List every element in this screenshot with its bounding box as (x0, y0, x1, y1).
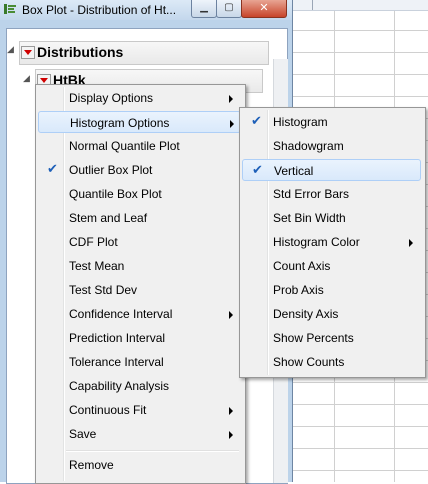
menu-item-label: Shadowgram (273, 139, 344, 153)
disclosure-triangle-icon[interactable]: ◢ (23, 73, 30, 84)
submenu-arrow-icon (409, 239, 413, 247)
histogram-options-submenu: ✔ Histogram Shadowgram ✔ Vertical Std Error B… (239, 107, 426, 378)
menu-item-label: Save (69, 427, 97, 441)
menu-item-label: Std Error Bars (273, 187, 350, 201)
window-title: Box Plot - Distribution of Ht... (22, 3, 177, 17)
menu-item-count-axis[interactable]: Count Axis (242, 255, 421, 277)
menu-item-histogram-options[interactable]: Histogram Options (38, 111, 241, 133)
menu-item-label: Vertical (274, 164, 314, 178)
menu-item-normal-quantile-plot[interactable]: Normal Quantile Plot (38, 135, 241, 157)
maximize-button[interactable]: ▢ (216, 0, 242, 18)
title-bar[interactable]: Box Plot - Distribution of Ht... ▁ ▢ ✕ (0, 0, 292, 20)
menu-item-label: Display Options (69, 91, 154, 105)
submenu-arrow-icon (230, 120, 234, 128)
menu-item-label: Continuous Fit (69, 403, 147, 417)
menu-item-continuous-fit[interactable]: Continuous Fit (38, 399, 241, 421)
menu-item-histogram[interactable]: ✔ Histogram (242, 111, 421, 133)
menu-item-label: Count Axis (273, 259, 331, 273)
menu-item-vertical[interactable]: ✔ Vertical (242, 159, 421, 181)
submenu-arrow-icon (229, 311, 233, 319)
menu-item-label: Quantile Box Plot (69, 187, 162, 201)
menu-item-prediction-interval[interactable]: Prediction Interval (38, 327, 241, 349)
menu-item-label: Histogram Options (70, 116, 170, 130)
menu-item-quantile-box-plot[interactable]: Quantile Box Plot (38, 183, 241, 205)
report-icon (4, 4, 16, 14)
red-triangle-menu-icon[interactable] (21, 46, 35, 59)
menu-item-remove[interactable]: Remove (38, 454, 241, 476)
menu-item-test-std-dev[interactable]: Test Std Dev (38, 279, 241, 301)
menu-item-label: Prediction Interval (69, 331, 166, 345)
checkmark-icon: ✔ (251, 114, 262, 129)
menu-item-stem-and-leaf[interactable]: Stem and Leaf (38, 207, 241, 229)
menu-item-test-mean[interactable]: Test Mean (38, 255, 241, 277)
menu-item-std-error-bars[interactable]: Std Error Bars (242, 183, 421, 205)
menu-item-label: CDF Plot (69, 235, 118, 249)
menu-item-label: Remove (69, 458, 114, 472)
red-triangle-context-menu: Display Options Histogram Options Normal Q… (35, 84, 246, 484)
submenu-arrow-icon (229, 431, 233, 439)
checkmark-icon: ✔ (252, 163, 263, 178)
menu-separator (66, 450, 239, 452)
menu-item-set-bin-width[interactable]: Set Bin Width (242, 207, 421, 229)
menu-item-capability-analysis[interactable]: Capability Analysis (38, 375, 241, 397)
menu-item-label: Set Bin Width (273, 211, 346, 225)
menu-item-label: Confidence Interval (69, 307, 173, 321)
menu-item-histogram-color[interactable]: Histogram Color (242, 231, 421, 253)
distributions-heading: Distributions (37, 44, 124, 60)
menu-item-label: Test Mean (69, 259, 125, 273)
submenu-arrow-icon (229, 407, 233, 415)
menu-item-label: Stem and Leaf (69, 211, 148, 225)
menu-item-label: Density Axis (273, 307, 339, 321)
menu-item-outlier-box-plot[interactable]: ✔ Outlier Box Plot (38, 159, 241, 181)
menu-item-label: Histogram Color (273, 235, 360, 249)
checkmark-icon: ✔ (47, 162, 58, 177)
menu-item-label: Outlier Box Plot (69, 163, 153, 177)
menu-item-show-counts[interactable]: Show Counts (242, 351, 421, 373)
column-header-strip (286, 0, 428, 11)
minimize-button[interactable]: ▁ (191, 0, 217, 18)
menu-item-show-percents[interactable]: Show Percents (242, 327, 421, 349)
submenu-arrow-icon (229, 95, 233, 103)
menu-item-tolerance-interval[interactable]: Tolerance Interval (38, 351, 241, 373)
disclosure-triangle-icon[interactable]: ◢ (7, 44, 14, 55)
close-button[interactable]: ✕ (241, 0, 287, 18)
menu-item-cdf-plot[interactable]: CDF Plot (38, 231, 241, 253)
menu-item-label: Capability Analysis (69, 379, 170, 393)
menu-item-label: Normal Quantile Plot (69, 139, 180, 153)
menu-item-label: Show Percents (273, 331, 354, 345)
menu-item-save[interactable]: Save (38, 423, 241, 445)
menu-item-shadowgram[interactable]: Shadowgram (242, 135, 421, 157)
menu-item-label: Prob Axis (273, 283, 324, 297)
column-divider (312, 0, 323, 10)
menu-item-label: Test Std Dev (69, 283, 138, 297)
menu-item-display-options[interactable]: Display Options (38, 87, 241, 109)
menu-item-confidence-interval[interactable]: Confidence Interval (38, 303, 241, 325)
menu-item-label: Show Counts (273, 355, 345, 369)
menu-item-density-axis[interactable]: Density Axis (242, 303, 421, 325)
menu-item-label: Tolerance Interval (69, 355, 164, 369)
menu-item-label: Histogram (273, 115, 328, 129)
menu-item-prob-axis[interactable]: Prob Axis (242, 279, 421, 301)
